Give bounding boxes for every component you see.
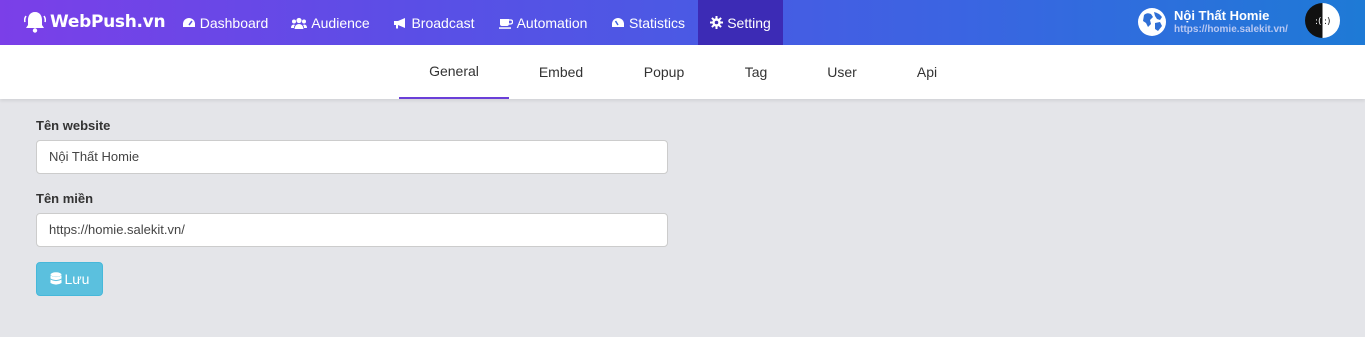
tab-embed[interactable]: Embed: [509, 45, 613, 99]
domain-label: Tên miền: [36, 191, 94, 206]
svg-text::(: :(: [1315, 17, 1322, 27]
nav-broadcast[interactable]: Broadcast: [382, 0, 486, 45]
bullhorn-icon: [394, 17, 406, 28]
coffee-icon: [498, 18, 513, 29]
nav-dashboard[interactable]: Dashboard: [171, 0, 279, 45]
nav-setting[interactable]: Setting: [698, 0, 783, 45]
nav-broadcast-label: Broadcast: [411, 14, 475, 31]
tab-api[interactable]: Api: [887, 45, 967, 99]
nav-setting-label: Setting: [727, 14, 771, 31]
domain-input[interactable]: https://homie.salekit.vn/: [36, 213, 668, 247]
site-switcher[interactable]: [1137, 5, 1167, 39]
nav-automation[interactable]: Automation: [488, 0, 598, 45]
site-url: https://homie.salekit.vn/: [1174, 24, 1288, 35]
nav-audience-label: Audience: [311, 14, 370, 31]
save-button[interactable]: Lưu: [36, 262, 103, 296]
save-button-label: Lưu: [64, 271, 90, 287]
website-name-label: Tên website: [36, 118, 111, 133]
nav-audience[interactable]: Audience: [281, 0, 380, 45]
nav-statistics-label: Statistics: [628, 14, 685, 31]
dashboard-icon: [182, 17, 195, 27]
website-name-input[interactable]: Nội Thất Homie: [36, 140, 668, 174]
tab-popup[interactable]: Popup: [613, 45, 715, 99]
gear-icon: [710, 16, 724, 29]
tab-user[interactable]: User: [797, 45, 887, 99]
users-icon: [291, 17, 308, 29]
top-navbar: WebPush.vn Dashboard Audience Broadcast: [0, 0, 1365, 45]
globe-icon: [1138, 8, 1166, 36]
avatar[interactable]: :( :): [1305, 3, 1340, 38]
tab-tag[interactable]: Tag: [715, 45, 797, 99]
bell-icon: [24, 12, 46, 33]
database-icon: [50, 272, 62, 285]
settings-tabs: General Embed Popup Tag User Api: [0, 45, 1365, 99]
nav-statistics[interactable]: Statistics: [600, 0, 696, 45]
logo[interactable]: WebPush.vn: [24, 8, 166, 36]
gauge-icon: [611, 17, 624, 27]
svg-text::): :): [1324, 17, 1331, 27]
nav-automation-label: Automation: [516, 14, 588, 31]
logo-text: WebPush.vn: [50, 12, 166, 32]
nav-dashboard-label: Dashboard: [199, 14, 269, 31]
tab-general[interactable]: General: [399, 45, 509, 99]
site-name: Nội Thất Homie: [1174, 8, 1270, 23]
